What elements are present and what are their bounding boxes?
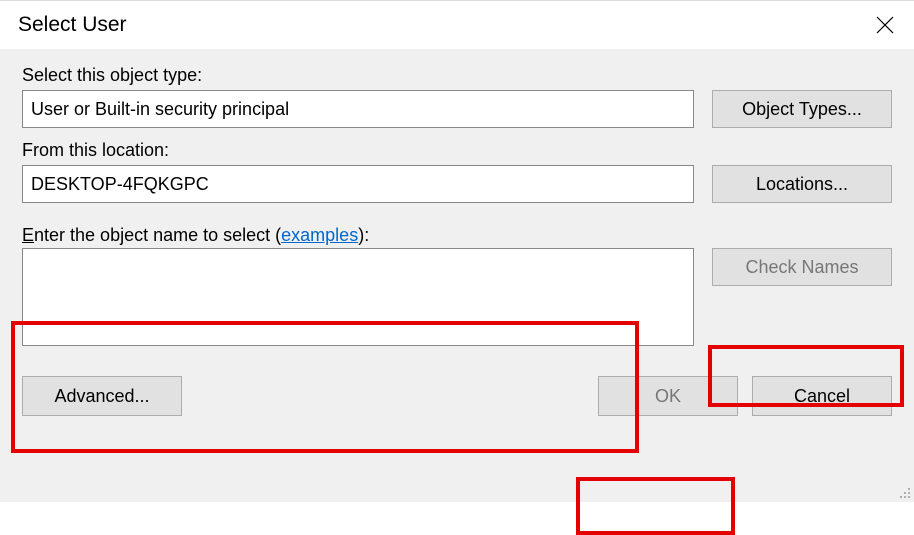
examples-link[interactable]: examples: [281, 225, 358, 245]
locations-button[interactable]: Locations...: [712, 165, 892, 203]
object-name-input[interactable]: [22, 248, 694, 346]
object-name-label: Enter the object name to select (example…: [22, 225, 892, 246]
dialog-content: Select this object type: User or Built-i…: [0, 49, 914, 502]
location-label: From this location:: [22, 140, 694, 161]
annotation-highlight: [576, 477, 735, 535]
ok-button[interactable]: OK: [598, 376, 738, 416]
location-value: DESKTOP-4FQKGPC: [22, 165, 694, 203]
select-user-dialog: Select User Select this object type: Use…: [0, 0, 914, 502]
cancel-button[interactable]: Cancel: [752, 376, 892, 416]
close-button[interactable]: [856, 1, 914, 49]
titlebar: Select User: [0, 1, 914, 49]
object-type-label: Select this object type:: [22, 65, 694, 86]
check-names-button[interactable]: Check Names: [712, 248, 892, 286]
object-type-value: User or Built-in security principal: [22, 90, 694, 128]
object-types-button[interactable]: Object Types...: [712, 90, 892, 128]
close-icon: [876, 16, 894, 34]
dialog-title: Select User: [18, 13, 127, 37]
advanced-button[interactable]: Advanced...: [22, 376, 182, 416]
resize-grip-icon[interactable]: [896, 484, 912, 500]
